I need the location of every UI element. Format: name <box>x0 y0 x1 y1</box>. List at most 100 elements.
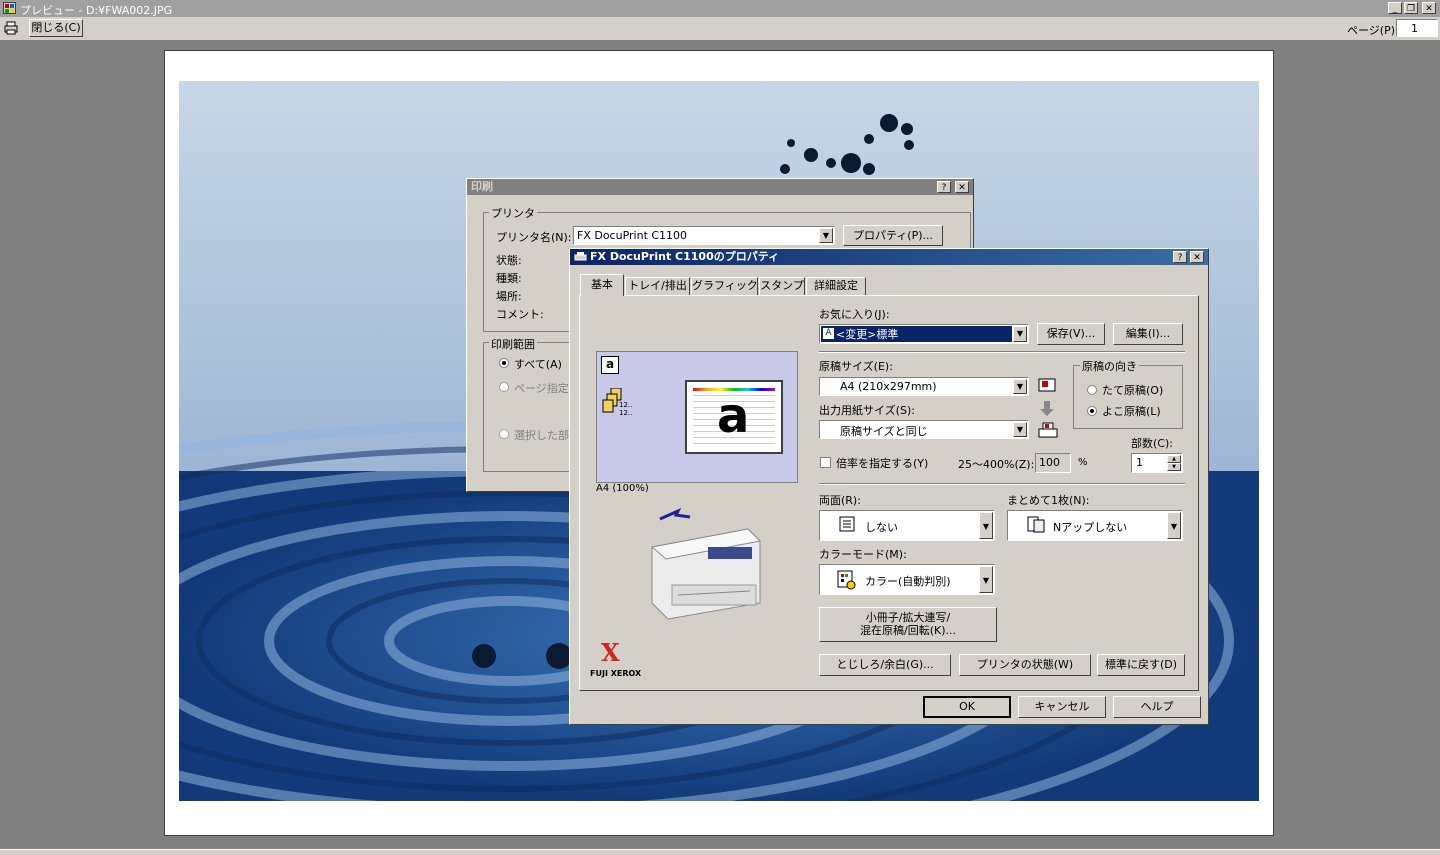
xerox-logo: X <box>601 638 620 667</box>
page-number-1: 12.. <box>619 401 633 409</box>
portrait-label: たて原稿(O) <box>1102 384 1164 397</box>
output-printer-icon <box>1037 421 1059 441</box>
printer-name-value: FX DocuPrint C1100 <box>577 229 688 242</box>
output-size-select[interactable]: 原稿サイズと同じ ▼ <box>819 420 1029 439</box>
close-icon[interactable]: ✕ <box>1190 251 1204 263</box>
color-mode-label: カラーモード(M): <box>819 548 907 561</box>
tab-advanced[interactable]: 詳細設定 <box>806 277 866 295</box>
landscape-label: よこ原稿(L) <box>1102 405 1161 418</box>
chevron-down-icon[interactable]: ▼ <box>819 228 833 243</box>
separator <box>819 483 1185 485</box>
chevron-down-icon[interactable]: ▼ <box>979 512 993 539</box>
booklet-button[interactable]: 小冊子/拡大連写/ 混在原稿/回転(K)... <box>819 607 997 642</box>
range-all-radio[interactable] <box>499 358 509 368</box>
close-window-button[interactable]: ✕ <box>1422 2 1436 14</box>
duplex-icon <box>836 516 858 534</box>
status-bar <box>0 849 1440 855</box>
properties-dialog: FX DocuPrint C1100のプロパティ ? ✕ 基本 トレイ/排出 グ… <box>569 248 1209 725</box>
color-mode-value: カラー(自動判別) <box>865 575 951 588</box>
binding-margin-button[interactable]: とじしろ/余白(G)... <box>819 654 951 676</box>
app-icon <box>3 2 16 14</box>
scale-unit: % <box>1078 457 1088 468</box>
printer-status-button[interactable]: プリンタの状態(W) <box>959 654 1091 676</box>
copies-label: 部数(C): <box>1131 437 1173 450</box>
chevron-down-icon[interactable]: ▼ <box>1167 512 1181 539</box>
page-value: 1 <box>1411 22 1418 35</box>
edit-button[interactable]: 編集(I)... <box>1113 323 1183 345</box>
type-label: 種類: <box>496 272 522 285</box>
status-label: 状態: <box>496 254 522 267</box>
ok-button[interactable]: OK <box>923 696 1011 718</box>
copies-value: 1 <box>1136 456 1143 469</box>
favorites-select[interactable]: A <変更>標準 ▼ <box>819 324 1029 344</box>
spin-down-icon[interactable]: ▼ <box>1167 463 1181 471</box>
favorite-icon: A <box>823 328 834 339</box>
save-button[interactable]: 保存(V)... <box>1037 323 1105 345</box>
help-icon[interactable]: ? <box>1173 251 1187 263</box>
print-icon[interactable] <box>3 21 19 35</box>
help-button[interactable]: ヘルプ <box>1113 696 1201 718</box>
selected-favorite: A <変更>標準 <box>821 326 1012 342</box>
favorites-label: お気に入り(J): <box>819 308 890 321</box>
minimize-button[interactable]: _ <box>1388 2 1402 14</box>
layout-preview: a 12.. 12.. a <box>596 351 798 483</box>
duplex-label: 両面(R): <box>819 494 861 507</box>
tab-basic[interactable]: 基本 <box>580 274 624 296</box>
page-input[interactable]: 1 <box>1396 19 1438 37</box>
favorites-value: <変更>標準 <box>836 328 899 341</box>
preview-caption: A4 (100%) <box>596 483 649 494</box>
range-pages-label: ページ指定 <box>514 382 569 395</box>
tab-graphics[interactable]: グラフィックス <box>691 277 768 295</box>
preview-big-letter: a <box>717 388 750 444</box>
properties-titlebar: FX DocuPrint C1100のプロパティ <box>570 249 1208 265</box>
close-icon[interactable]: ✕ <box>955 181 969 193</box>
doc-stack-icon: a <box>601 356 619 374</box>
copies-spinner[interactable]: ▲ ▼ <box>1167 455 1181 471</box>
range-selection-radio[interactable] <box>499 429 509 439</box>
scale-range-label: 25～400%(Z): <box>958 458 1035 471</box>
arrow-down-icon <box>1040 401 1054 417</box>
page-label: ページ(P) <box>1347 24 1395 37</box>
range-pages-radio[interactable] <box>499 382 509 392</box>
color-mode-select[interactable]: カラー(自動判別) ▼ <box>819 564 995 595</box>
chevron-down-icon[interactable]: ▼ <box>1013 379 1027 394</box>
close-button[interactable]: 閉じる(C) <box>29 19 83 37</box>
print-dialog-titlebar: 印刷 <box>467 179 973 195</box>
tab-tray[interactable]: トレイ/排出 <box>625 277 690 295</box>
nup-label: まとめて1枚(N): <box>1007 494 1090 507</box>
printer-name-label: プリンタ名(N): <box>496 231 572 244</box>
restore-button[interactable]: ❐ <box>1404 2 1418 14</box>
location-label: 場所: <box>496 290 522 303</box>
cancel-button[interactable]: キャンセル <box>1018 696 1106 718</box>
chevron-down-icon[interactable]: ▼ <box>1013 422 1027 437</box>
nup-value: Nアップしない <box>1053 521 1128 534</box>
range-selection-label: 選択した部 <box>514 429 569 442</box>
scale-check-label: 倍率を指定する(Y) <box>836 457 929 470</box>
printer-title-icon <box>574 252 587 262</box>
scale-checkbox[interactable] <box>820 457 831 468</box>
range-group-label: 印刷範囲 <box>489 336 537 352</box>
properties-button[interactable]: プロパティ(P)... <box>843 225 943 246</box>
restore-defaults-button[interactable]: 標準に戻す(D) <box>1097 654 1185 676</box>
paper-size-value: A4 (210x297mm) <box>840 380 937 393</box>
printer-name-select[interactable]: FX DocuPrint C1100 ▼ <box>573 226 835 245</box>
scale-input[interactable]: 100 <box>1035 453 1071 473</box>
chevron-down-icon[interactable]: ▼ <box>979 566 993 593</box>
paper-size-icon <box>1037 377 1057 395</box>
spin-up-icon[interactable]: ▲ <box>1167 455 1181 463</box>
nup-select[interactable]: Nアップしない ▼ <box>1007 510 1183 541</box>
duplex-select[interactable]: しない ▼ <box>819 510 995 541</box>
tab-stamp[interactable]: スタンプ <box>759 277 805 295</box>
copies-input[interactable]: 1 ▲ ▼ <box>1131 453 1183 473</box>
chevron-down-icon[interactable]: ▼ <box>1013 326 1027 342</box>
landscape-radio[interactable] <box>1087 406 1097 416</box>
print-dialog-title: 印刷 <box>471 180 493 193</box>
output-size-label: 出力用紙サイズ(S): <box>819 404 915 417</box>
help-icon[interactable]: ? <box>937 181 951 193</box>
properties-title: FX DocuPrint C1100のプロパティ <box>590 250 780 263</box>
portrait-radio[interactable] <box>1087 385 1097 395</box>
color-mode-icon <box>836 570 858 590</box>
toolbar: 閉じる(C) ページ(P) 1 <box>0 17 1440 41</box>
paper-size-select[interactable]: A4 (210x297mm) ▼ <box>819 377 1029 396</box>
window-title: プレビュー - D:¥FWA002.JPG <box>20 4 173 17</box>
